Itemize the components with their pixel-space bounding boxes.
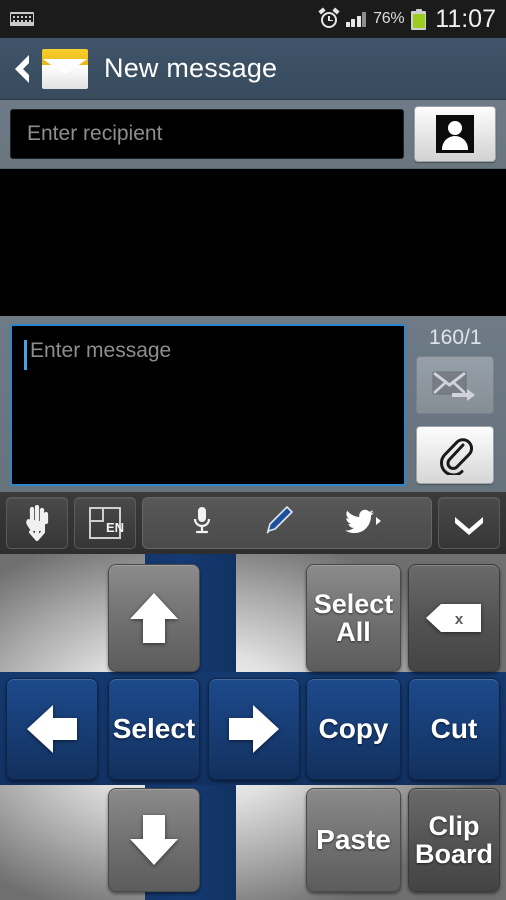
- pencil-icon: [266, 505, 293, 534]
- copy-label: Copy: [318, 713, 389, 745]
- page-title: New message: [104, 53, 278, 83]
- paperclip-icon: [440, 438, 474, 475]
- paste-label: Paste: [316, 824, 391, 856]
- pen-key[interactable]: [261, 504, 295, 543]
- message-input[interactable]: Enter message: [10, 324, 406, 486]
- clipboard-label-line2: Board: [414, 839, 493, 869]
- select-key[interactable]: Select: [108, 678, 200, 780]
- attach-button[interactable]: [416, 426, 495, 484]
- cut-label: Cut: [430, 713, 478, 745]
- status-bar-right: 76% 11:07: [318, 4, 506, 34]
- keyboard-layout-icon: EN: [89, 507, 124, 539]
- clipboard-key[interactable]: Clip Board: [408, 788, 500, 892]
- battery-percent-label: 76%: [373, 10, 405, 27]
- arrow-down-icon: [130, 815, 178, 865]
- paste-key[interactable]: Paste: [306, 788, 401, 892]
- status-bar: 76% 11:07: [0, 0, 506, 38]
- battery-icon: [411, 8, 427, 30]
- message-placeholder: Enter message: [30, 339, 172, 362]
- arrow-down-key[interactable]: [108, 788, 200, 892]
- recipient-input[interactable]: Enter recipient: [10, 109, 404, 159]
- microphone-key[interactable]: [191, 505, 213, 542]
- hand-write-icon: [26, 505, 49, 541]
- recipient-placeholder: Enter recipient: [27, 122, 163, 145]
- send-message-icon: [432, 371, 476, 401]
- status-bar-left: [0, 12, 34, 26]
- character-counter: 160/1: [428, 326, 482, 349]
- status-bar-clock: 11:07: [435, 4, 496, 33]
- backspace-key[interactable]: x: [408, 564, 500, 672]
- copy-key[interactable]: Copy: [306, 678, 401, 780]
- contact-person-icon: [436, 115, 474, 153]
- messaging-app-screen: 76% 11:07 New message Enter recipient En…: [0, 0, 506, 900]
- arrow-up-key[interactable]: [108, 564, 200, 672]
- arrow-right-key[interactable]: [208, 678, 300, 780]
- microphone-icon: [193, 506, 211, 533]
- cut-key[interactable]: Cut: [408, 678, 500, 780]
- send-button[interactable]: [416, 356, 495, 414]
- contacts-button[interactable]: [414, 106, 496, 162]
- envelope-icon: [42, 48, 88, 89]
- keyboard-icon: [10, 12, 34, 26]
- compose-controls: 160/1: [415, 324, 496, 486]
- arrow-left-icon: [27, 705, 77, 753]
- twitter-key[interactable]: [343, 506, 383, 541]
- chevron-down-icon: [455, 517, 483, 535]
- compose-area: Enter message 160/1: [0, 316, 506, 492]
- handwriting-key[interactable]: [6, 497, 68, 549]
- recipient-row: Enter recipient: [0, 100, 506, 168]
- arrow-left-key[interactable]: [6, 678, 98, 780]
- conversation-area: [0, 168, 506, 316]
- language-key[interactable]: EN: [74, 497, 136, 549]
- signal-bars-icon: [345, 11, 367, 27]
- collapse-keyboard-key[interactable]: [438, 497, 500, 549]
- select-label: Select: [112, 713, 196, 745]
- twitter-bird-icon: [345, 509, 381, 533]
- back-chevron-icon[interactable]: [0, 38, 40, 100]
- clipboard-label-line1: Clip: [428, 810, 480, 841]
- language-key-label: EN: [106, 520, 124, 535]
- key-grid: Select All x Select Copy Cut Paste Clip …: [0, 554, 506, 900]
- action-bar: New message: [0, 38, 506, 100]
- keyboard-toolbar: EN: [0, 492, 506, 554]
- select-all-key[interactable]: Select All: [306, 564, 401, 672]
- select-all-label-line1: Select: [313, 588, 394, 619]
- svg-text:x: x: [455, 611, 464, 628]
- select-all-label-line2: All: [336, 617, 371, 647]
- input-method-bar[interactable]: [142, 497, 432, 549]
- edit-keypad: Select All x Select Copy Cut Paste Clip …: [0, 554, 506, 900]
- text-caret: [24, 340, 27, 370]
- arrow-right-icon: [229, 705, 279, 753]
- alarm-clock-icon: [318, 7, 340, 29]
- arrow-up-icon: [130, 593, 178, 643]
- backspace-icon: x: [426, 604, 481, 632]
